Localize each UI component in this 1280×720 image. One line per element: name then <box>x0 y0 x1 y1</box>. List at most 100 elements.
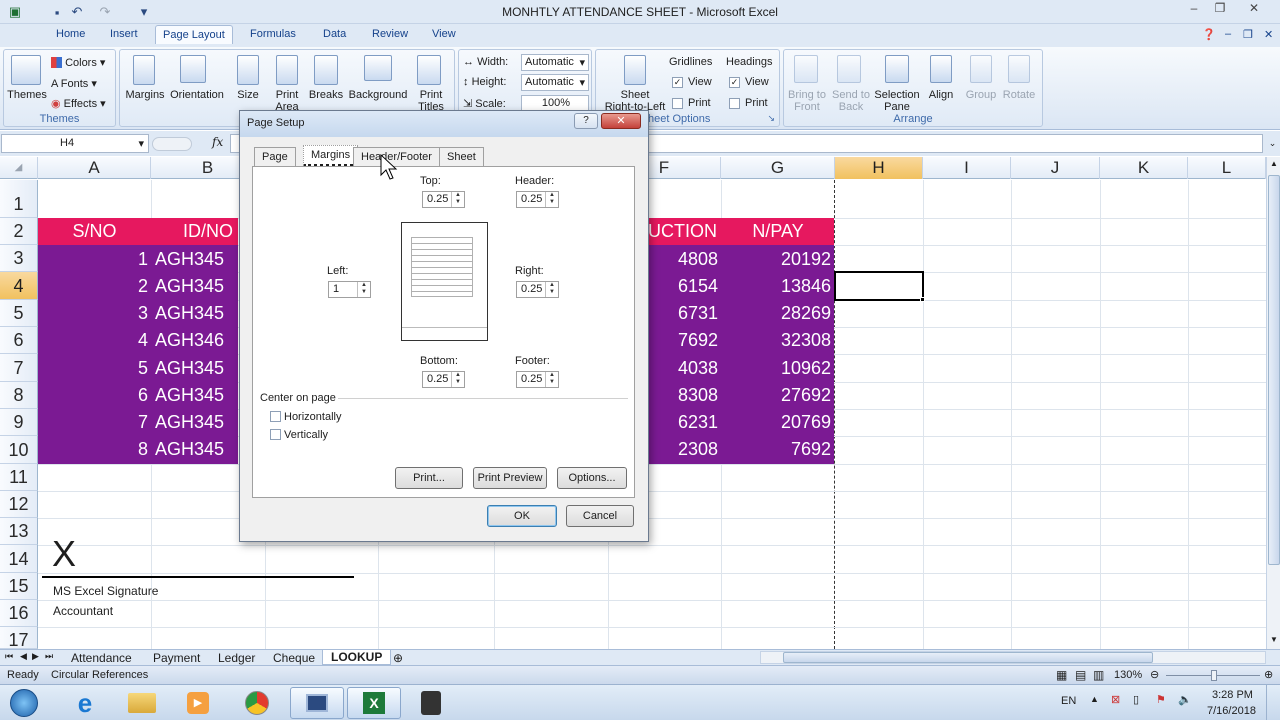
network-icon[interactable]: ⊠ <box>1111 693 1120 706</box>
tab-data[interactable]: Data <box>323 28 346 40</box>
volume-icon[interactable]: 🔈 <box>1178 693 1192 706</box>
bring-to-front-button[interactable]: Bring to Front <box>784 89 830 113</box>
row-header[interactable]: 12 <box>0 491 38 518</box>
themes-button[interactable]: Themes <box>6 89 48 101</box>
cell-sno[interactable]: 7 <box>38 412 148 433</box>
margins-button[interactable]: Margins <box>122 89 168 101</box>
zoom-out-icon[interactable]: ⊖ <box>1150 668 1159 681</box>
cell-sno[interactable]: 2 <box>38 276 148 297</box>
horizontal-scrollbar[interactable] <box>760 651 1266 664</box>
gridlines-view-checkbox[interactable]: ✓ <box>672 77 683 88</box>
spinner-arrows-icon[interactable]: ▲ ▼ <box>451 372 464 387</box>
fonts-button[interactable]: A Fonts ▾ <box>51 77 97 90</box>
col-header-h[interactable]: H <box>835 157 923 179</box>
cell-sno[interactable]: 3 <box>38 303 148 324</box>
selection-pane-button[interactable]: Selection Pane <box>872 89 922 113</box>
clock-date[interactable]: 7/16/2018 <box>1207 705 1256 717</box>
send-to-back-button[interactable]: Send to Back <box>828 89 874 113</box>
row-header[interactable]: 10 <box>0 436 38 464</box>
media-player-icon[interactable]: ▶ <box>171 687 225 719</box>
row-header[interactable]: 2 <box>0 218 38 245</box>
gridlines-print-checkbox[interactable] <box>672 98 683 109</box>
footer-margin-spinner[interactable]: 0.25 ▲ ▼ <box>516 371 559 388</box>
active-cell-selection[interactable] <box>834 271 924 301</box>
dialog-tab-page[interactable]: Page <box>254 147 296 166</box>
effects-button[interactable]: ◉ Effects ▾ <box>51 97 106 110</box>
expand-formula-icon[interactable]: ⌄ <box>1266 134 1279 153</box>
scroll-up-icon[interactable]: ▲ <box>1268 159 1280 171</box>
tab-home[interactable]: Home <box>56 28 85 40</box>
page-layout-view-icon[interactable]: ▤ <box>1075 668 1086 682</box>
tab-insert[interactable]: Insert <box>110 28 138 40</box>
app-window-icon[interactable] <box>290 687 344 719</box>
cell-npay[interactable]: 32308 <box>721 330 831 351</box>
first-sheet-icon[interactable]: ⏮ <box>5 651 13 662</box>
scroll-down-icon[interactable]: ▼ <box>1268 635 1280 647</box>
background-icon[interactable] <box>364 55 392 81</box>
select-all-corner[interactable]: ◢ <box>0 157 38 179</box>
zoom-level[interactable]: 130% <box>1114 669 1142 681</box>
spinner-arrows-icon[interactable]: ▲ ▼ <box>545 372 558 387</box>
cell-npay[interactable]: 27692 <box>721 385 831 406</box>
print-area-icon[interactable] <box>276 55 298 85</box>
breaks-icon[interactable] <box>314 55 338 85</box>
camera-app-icon[interactable] <box>404 687 458 719</box>
align-button[interactable]: Align <box>924 89 958 101</box>
headings-view-checkbox[interactable]: ✓ <box>729 77 740 88</box>
cell-sno[interactable]: 8 <box>38 439 148 460</box>
row-header[interactable]: 5 <box>0 300 38 327</box>
right-margin-spinner[interactable]: 0.25 ▲ ▼ <box>516 281 559 298</box>
dialog-tab-margins[interactable]: Margins <box>303 145 359 167</box>
cell-id[interactable]: AGH345 <box>155 358 224 379</box>
cell-id[interactable]: AGH345 <box>155 439 224 460</box>
restore-icon[interactable]: ❐ <box>1207 0 1233 16</box>
margins-icon[interactable] <box>133 55 155 85</box>
zoom-slider-thumb[interactable] <box>1211 670 1217 681</box>
orientation-button[interactable]: Orientation <box>167 89 227 101</box>
cell-id[interactable]: AGH346 <box>155 330 224 351</box>
fill-handle[interactable] <box>920 297 925 302</box>
ribbon-restore-icon[interactable]: ❐ <box>1243 28 1253 41</box>
sheet-options-launcher-icon[interactable]: ↘ <box>767 113 775 124</box>
cell-npay[interactable]: 7692 <box>721 439 831 460</box>
cell-sno[interactable]: 6 <box>38 385 148 406</box>
print-preview-button[interactable]: Print Preview <box>473 467 547 489</box>
minimize-icon[interactable]: – <box>1181 0 1207 16</box>
spinner-arrows-icon[interactable]: ▲ ▼ <box>357 282 370 297</box>
sheet-rtl-icon[interactable] <box>624 55 646 85</box>
start-button[interactable] <box>0 687 48 719</box>
bottom-margin-spinner[interactable]: 0.25 ▲ ▼ <box>422 371 465 388</box>
row-header[interactable]: 16 <box>0 600 38 627</box>
col-header-l[interactable]: L <box>1188 157 1266 179</box>
ok-button[interactable]: OK <box>487 505 557 527</box>
cell-deduction[interactable]: 8308 <box>648 385 718 406</box>
vertically-checkbox[interactable] <box>270 429 281 440</box>
cell-deduction[interactable]: 6154 <box>648 276 718 297</box>
cell-id[interactable]: AGH345 <box>155 303 224 324</box>
row-header[interactable]: 15 <box>0 573 38 600</box>
insert-sheet-icon[interactable]: ⊕ <box>393 651 403 665</box>
cell-deduction[interactable]: 6231 <box>648 412 718 433</box>
rotate-button[interactable]: Rotate <box>1000 89 1038 101</box>
print-titles-icon[interactable] <box>417 55 441 85</box>
cell-deduction[interactable]: 2308 <box>648 439 718 460</box>
col-header-g[interactable]: G <box>721 157 835 179</box>
cell-sno[interactable]: 5 <box>38 358 148 379</box>
cell-deduction[interactable]: 4038 <box>648 358 718 379</box>
tab-view[interactable]: View <box>432 28 456 40</box>
size-icon[interactable] <box>237 55 259 85</box>
cell-npay[interactable]: 13846 <box>721 276 831 297</box>
name-box[interactable]: H4 ▾ <box>1 134 149 153</box>
language-indicator[interactable]: EN <box>1061 695 1076 707</box>
row-header[interactable]: 17 <box>0 627 38 650</box>
flag-icon[interactable]: ⚑ <box>1156 693 1166 706</box>
spinner-arrows-icon[interactable]: ▲ ▼ <box>545 282 558 297</box>
horizontal-scroll-thumb[interactable] <box>783 652 1153 663</box>
vertical-scroll-thumb[interactable] <box>1268 175 1280 565</box>
col-header-a[interactable]: A <box>38 157 151 179</box>
cell-deduction[interactable]: 7692 <box>648 330 718 351</box>
cell-id[interactable]: AGH345 <box>155 412 224 433</box>
show-desktop-button[interactable] <box>1266 685 1280 720</box>
spinner-arrows-icon[interactable]: ▲ ▼ <box>545 192 558 207</box>
clock-time[interactable]: 3:28 PM <box>1212 689 1253 701</box>
